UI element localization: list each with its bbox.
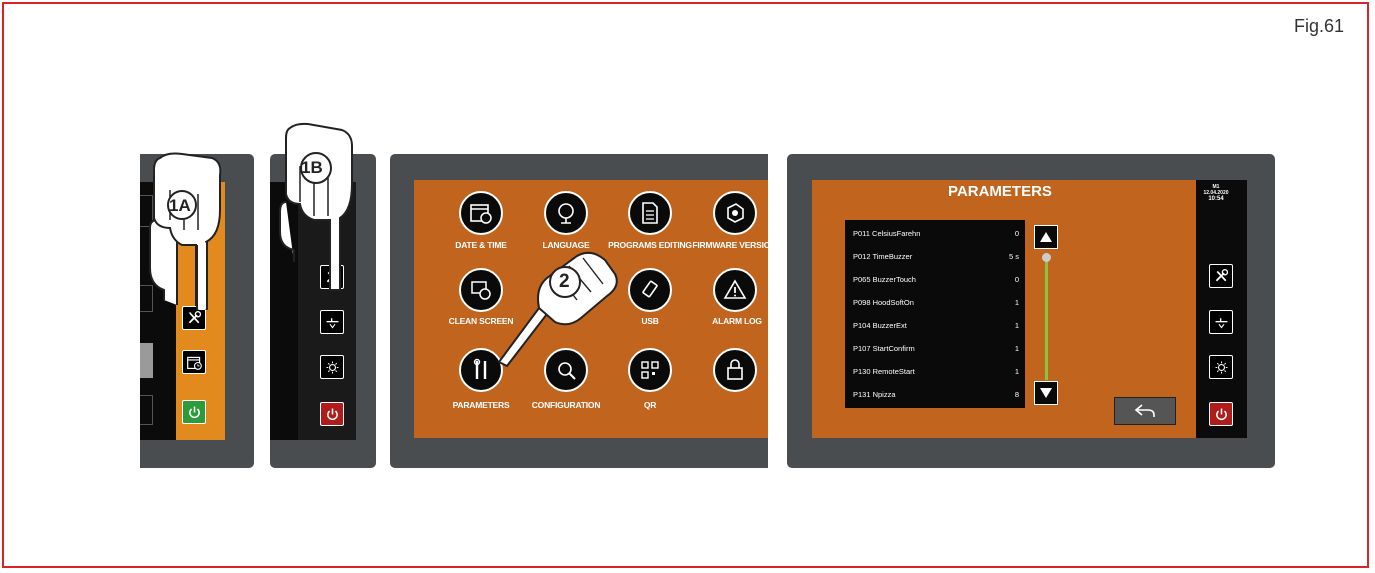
back-button[interactable] <box>1114 397 1176 425</box>
parameter-name: P012 TimeBuzzer <box>853 251 913 261</box>
power-icon <box>188 406 200 418</box>
menu-qr-label: QR <box>643 400 657 410</box>
parameter-row[interactable]: P065 BuzzerTouch 0 <box>853 268 1019 290</box>
light-button-parameters[interactable] <box>1209 355 1233 379</box>
parameter-name: P011 CelsiusFarehn <box>853 228 921 238</box>
scroll-thumb[interactable] <box>1042 253 1051 262</box>
power-button-1b[interactable] <box>320 402 344 426</box>
menu-firmware-versions-label: FIRMWARE VERSIONS <box>692 240 782 250</box>
parameter-name: P065 BuzzerTouch <box>853 274 916 284</box>
menu-lock-button[interactable] <box>713 348 757 392</box>
parameter-value: 1 <box>1014 297 1019 307</box>
pointing-hand-1a <box>149 152 222 310</box>
menu-firmware-versions-button[interactable] <box>713 191 757 235</box>
tools-icon <box>188 310 201 323</box>
pointing-hand-2 <box>497 251 618 368</box>
parameter-value: 0 <box>1014 228 1019 238</box>
chip-icon <box>727 203 744 223</box>
scroll-track[interactable] <box>1045 253 1048 380</box>
parameter-value: 5 s <box>1008 251 1019 261</box>
document-icon <box>642 202 658 224</box>
parameter-row[interactable]: P107 StartConfirm 1 <box>853 337 1019 359</box>
light-button-1b[interactable] <box>320 355 344 379</box>
calendar-icon <box>186 356 202 370</box>
scroll-down-button[interactable] <box>1034 381 1058 405</box>
parameter-row[interactable]: P012 TimeBuzzer 5 s <box>853 245 1019 267</box>
clean-screen-icon <box>471 281 491 300</box>
menu-date-time-button[interactable] <box>459 191 503 235</box>
bulb-icon <box>1215 361 1227 373</box>
parameters-list: P011 CelsiusFarehn 0 P012 TimeBuzzer 5 s P… <box>845 220 1025 408</box>
menu-alarm-log-button[interactable] <box>713 268 757 312</box>
menu-language-button[interactable] <box>544 191 588 235</box>
menu-programs-editing-button[interactable] <box>628 191 672 235</box>
parameter-value: 8 <box>1014 389 1019 399</box>
hood-button-1b[interactable] <box>320 310 344 334</box>
bulb-icon <box>326 361 338 373</box>
parameter-row[interactable]: P104 BuzzerExt 1 <box>853 314 1019 336</box>
parameter-row[interactable]: P130 RemoteStart 1 <box>853 360 1019 382</box>
scroll-up-button[interactable] <box>1034 225 1058 249</box>
step-label-2: 2 <box>559 271 570 292</box>
parameter-name: P104 BuzzerExt <box>853 320 907 330</box>
pointing-hand-1b <box>279 122 353 291</box>
tools-button-parameters[interactable] <box>1209 264 1233 288</box>
parameter-row[interactable]: P011 CelsiusFarehn 0 <box>853 222 1019 244</box>
power-button-1a[interactable] <box>182 400 206 424</box>
power-icon <box>326 408 338 420</box>
step-label-1a: 1A <box>169 196 191 215</box>
parameter-value: 1 <box>1014 343 1019 353</box>
hood-light-icon <box>326 317 338 328</box>
figure-label: Fig.61 <box>1294 16 1345 36</box>
parameter-value: 0 <box>1014 274 1019 284</box>
globe-icon <box>558 203 574 224</box>
calendar-button-1a[interactable] <box>182 350 206 374</box>
power-button-parameters[interactable] <box>1209 402 1233 426</box>
tools-icon <box>1215 268 1228 281</box>
header-info: M1 12.04.2020 10:54 <box>1198 184 1234 202</box>
parameter-name: P098 HoodSoftOn <box>853 297 914 307</box>
step-label-1b: 1B <box>301 158 323 177</box>
back-arrow-icon <box>1134 404 1155 417</box>
screen-outline-1a-3 <box>140 395 153 425</box>
alarm-icon <box>723 279 747 299</box>
qr-icon <box>641 361 659 379</box>
calendar-icon <box>470 204 492 224</box>
menu-configuration-label: CONFIGURATION <box>531 400 601 410</box>
menu-parameters-label: PARAMETERS <box>452 400 510 410</box>
power-icon <box>1215 408 1227 420</box>
info-line-3: 10:54 <box>1208 196 1224 202</box>
parameter-name: P107 StartConfirm <box>853 343 915 353</box>
menu-qr-button[interactable] <box>628 348 672 392</box>
hood-light-icon <box>1215 317 1227 328</box>
parameter-name: P131 Npizza <box>853 389 896 399</box>
menu-usb-button[interactable] <box>628 268 672 312</box>
lock-icon <box>727 359 743 380</box>
parameters-title: PARAMETERS <box>948 183 1052 200</box>
parameter-value: 1 <box>1014 366 1019 376</box>
parameter-value: 1 <box>1014 320 1019 330</box>
tools-icon <box>473 358 487 379</box>
parameter-row[interactable]: P098 HoodSoftOn 1 <box>853 291 1019 313</box>
parameters-sidebar <box>1196 180 1247 438</box>
arrow-down-icon <box>1040 388 1052 398</box>
parameter-name: P130 RemoteStart <box>853 366 915 376</box>
parameter-row[interactable]: P131 Npizza 8 <box>853 383 1019 405</box>
usb-icon <box>642 280 658 298</box>
hood-button-parameters[interactable] <box>1209 310 1233 334</box>
menu-alarm-log-label: ALARM LOG <box>712 316 762 326</box>
screen-gray-block-1a <box>140 343 153 378</box>
arrow-up-icon <box>1040 232 1052 242</box>
